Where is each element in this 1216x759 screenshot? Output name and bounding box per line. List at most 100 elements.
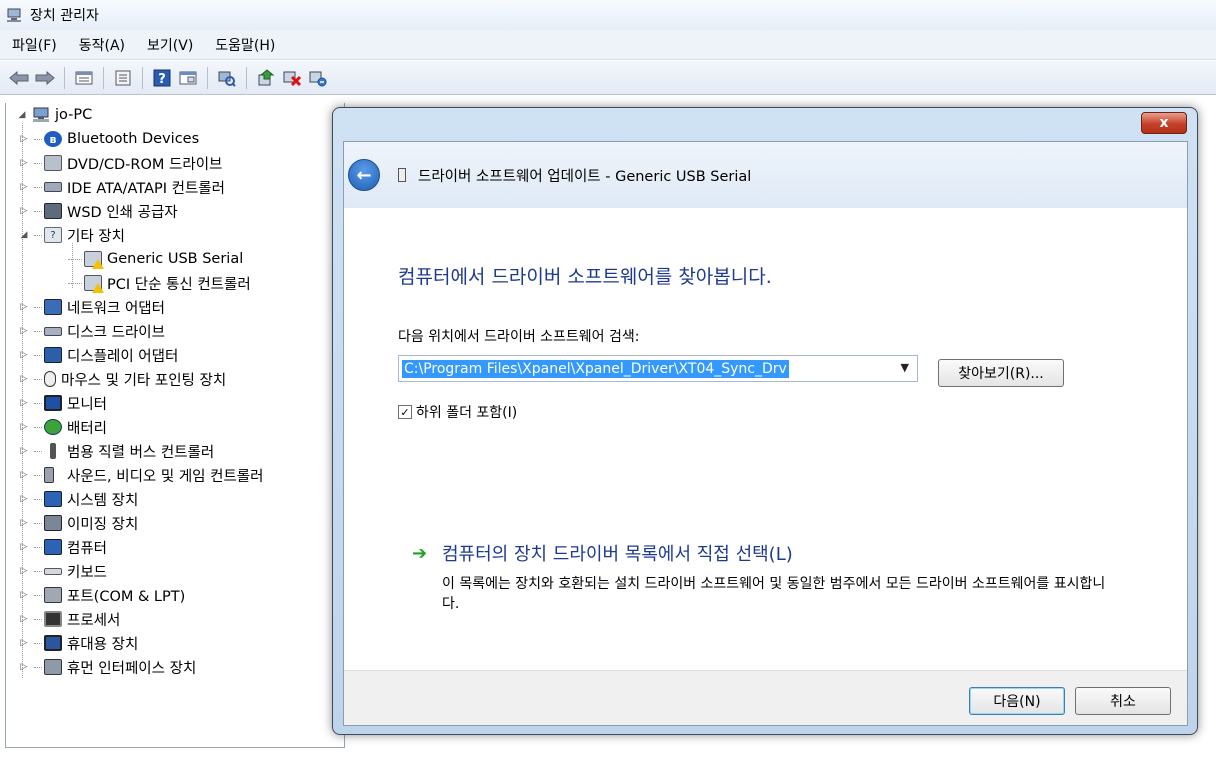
tree-category[interactable]: ▷ WSD 인쇄 공급자 [18,199,178,223]
expand-icon[interactable]: ▷ [18,518,30,528]
tree-category[interactable]: ▷ IDE ATA/ATAPI 컨트롤러 [18,175,225,199]
expand-icon[interactable]: ▷ [18,470,30,480]
browse-button[interactable]: 찾아보기(R)... [938,359,1064,387]
forward-icon[interactable] [34,67,56,89]
system-device-icon [44,491,62,507]
tree-category[interactable]: ▷ 휴대용 장치 [18,631,138,655]
menu-view[interactable]: 보기(V) [147,35,193,55]
tree-category[interactable]: ▷ 컴퓨터 [18,535,107,559]
collapse-icon[interactable]: ◢ [16,110,28,120]
expand-icon[interactable]: ▷ [18,182,30,192]
keyboard-icon [44,567,62,575]
imaging-device-icon [44,515,62,531]
hid-icon [44,659,62,675]
tree-category[interactable]: ▷ 마우스 및 기타 포인팅 장치 [18,367,226,391]
expand-icon[interactable]: ▷ [18,398,30,408]
device-manager-icon [7,8,21,22]
close-button[interactable]: x [1141,112,1187,134]
toolbar-separator [142,66,143,89]
driver-path-value[interactable]: C:\Program Files\Xpanel\Xpanel_Driver\XT… [402,359,789,378]
tree-category[interactable]: ▷ 휴먼 인터페이스 장치 [18,655,196,679]
expand-icon[interactable]: ▷ [18,494,30,504]
monitor-icon [44,395,62,411]
expand-icon[interactable]: ▷ [18,206,30,216]
cancel-button[interactable]: 취소 [1075,687,1171,715]
tree-category-label: 기타 장치 [67,228,125,245]
show-hide-icon[interactable] [112,67,134,89]
tree-device[interactable]: PCI 단순 통신 컨트롤러 [68,271,251,295]
scan-icon[interactable] [216,67,238,89]
driver-path-combobox[interactable]: C:\Program Files\Xpanel\Xpanel_Driver\XT… [398,355,918,382]
window-title: 장치 관리자 [30,8,99,24]
expand-icon[interactable]: ▷ [18,566,30,576]
tree-category[interactable]: ▷ 포트(COM & LPT) [18,583,185,607]
device-tree[interactable]: ◢ jo-PC ▷ ʙ Bluetooth Devices ▷ DVD/CD-R… [5,103,345,748]
back-icon[interactable] [8,67,30,89]
include-subfolders-label[interactable]: 하위 폴더 포함(I) [416,402,517,422]
battery-icon [44,419,62,435]
toolbar-separator [64,66,65,89]
dialog-header: ← 드라이버 소프트웨어 업데이트 - Generic USB Serial [344,142,1187,208]
view-icon[interactable] [177,67,199,89]
printer-icon [44,203,62,219]
tree-category[interactable]: ▷ DVD/CD-ROM 드라이브 [18,151,222,175]
tree-category-label: WSD 인쇄 공급자 [67,204,178,221]
dialog-content: ← 드라이버 소프트웨어 업데이트 - Generic USB Serial 컴… [343,141,1188,726]
tree-category[interactable]: ◢ ? 기타 장치 [18,223,125,247]
tree-device[interactable]: Generic USB Serial [68,247,243,271]
menu-help[interactable]: 도움말(H) [215,35,275,55]
include-subfolders-option[interactable]: ✓ 하위 폴더 포함(I) [398,402,517,422]
menu-action[interactable]: 동작(A) [79,35,125,55]
tree-category-label: 프로세서 [67,612,121,629]
expand-icon[interactable]: ▷ [18,134,30,144]
tree-device-label: PCI 단순 통신 컨트롤러 [107,276,251,293]
properties-icon[interactable] [73,67,95,89]
tree-category[interactable]: ▷ 디스플레이 어댑터 [18,343,178,367]
tree-category[interactable]: ▷ ʙ Bluetooth Devices [18,127,199,151]
tree-root-label: jo-PC [55,107,93,123]
uninstall-icon[interactable] [281,67,303,89]
expand-icon[interactable]: ▷ [18,350,30,360]
tree-category[interactable]: ▷ 범용 직렬 버스 컨트롤러 [18,439,214,463]
tree-root[interactable]: ◢ jo-PC [16,103,93,127]
usb-device-icon [398,168,406,182]
help-icon[interactable]: ? [151,67,173,89]
tree-category-label: 휴대용 장치 [67,636,139,653]
expand-icon[interactable]: ▷ [18,590,30,600]
toolbar: ? [0,61,1216,95]
toolbar-separator [246,66,247,89]
tree-category[interactable]: ▷ 모니터 [18,391,107,415]
expand-icon[interactable]: ▷ [18,302,30,312]
other-devices-icon: ? [44,227,62,243]
expand-icon[interactable]: ▷ [18,638,30,648]
expand-icon[interactable]: ▷ [18,158,30,168]
expand-icon[interactable]: ▷ [18,422,30,432]
enable-icon[interactable] [307,67,329,89]
tree-category[interactable]: ▷ 네트워크 어댑터 [18,295,165,319]
tree-category[interactable]: ▷ 시스템 장치 [18,487,138,511]
disk-drive-icon [44,326,62,336]
expand-icon[interactable]: ▷ [18,326,30,336]
dropdown-arrow-icon[interactable]: ▼ [901,361,909,374]
green-arrow-icon: ➔ [412,543,428,564]
menu-file[interactable]: 파일(F) [12,35,57,55]
tree-category[interactable]: ▷ 디스크 드라이브 [18,319,165,343]
tree-category[interactable]: ▷ 사운드, 비디오 및 게임 컨트롤러 [18,463,263,487]
pick-from-list-title[interactable]: 컴퓨터의 장치 드라이버 목록에서 직접 선택(L) [442,540,793,566]
warning-device-icon [84,251,104,269]
tree-category[interactable]: ▷ 프로세서 [18,607,120,631]
expand-icon[interactable]: ▷ [18,446,30,456]
include-subfolders-checkbox[interactable]: ✓ [398,405,412,419]
expand-icon[interactable]: ▷ [18,662,30,672]
portable-device-icon [44,635,62,651]
expand-icon[interactable]: ▷ [18,374,30,384]
update-driver-icon[interactable] [255,67,277,89]
collapse-icon[interactable]: ◢ [18,230,30,240]
next-button[interactable]: 다음(N) [969,687,1065,715]
tree-category[interactable]: ▷ 이미징 장치 [18,511,138,535]
expand-icon[interactable]: ▷ [18,614,30,624]
back-arrow-icon[interactable]: ← [348,159,380,191]
tree-category[interactable]: ▷ 배터리 [18,415,107,439]
tree-category[interactable]: ▷ 키보드 [18,559,108,583]
expand-icon[interactable]: ▷ [18,542,30,552]
